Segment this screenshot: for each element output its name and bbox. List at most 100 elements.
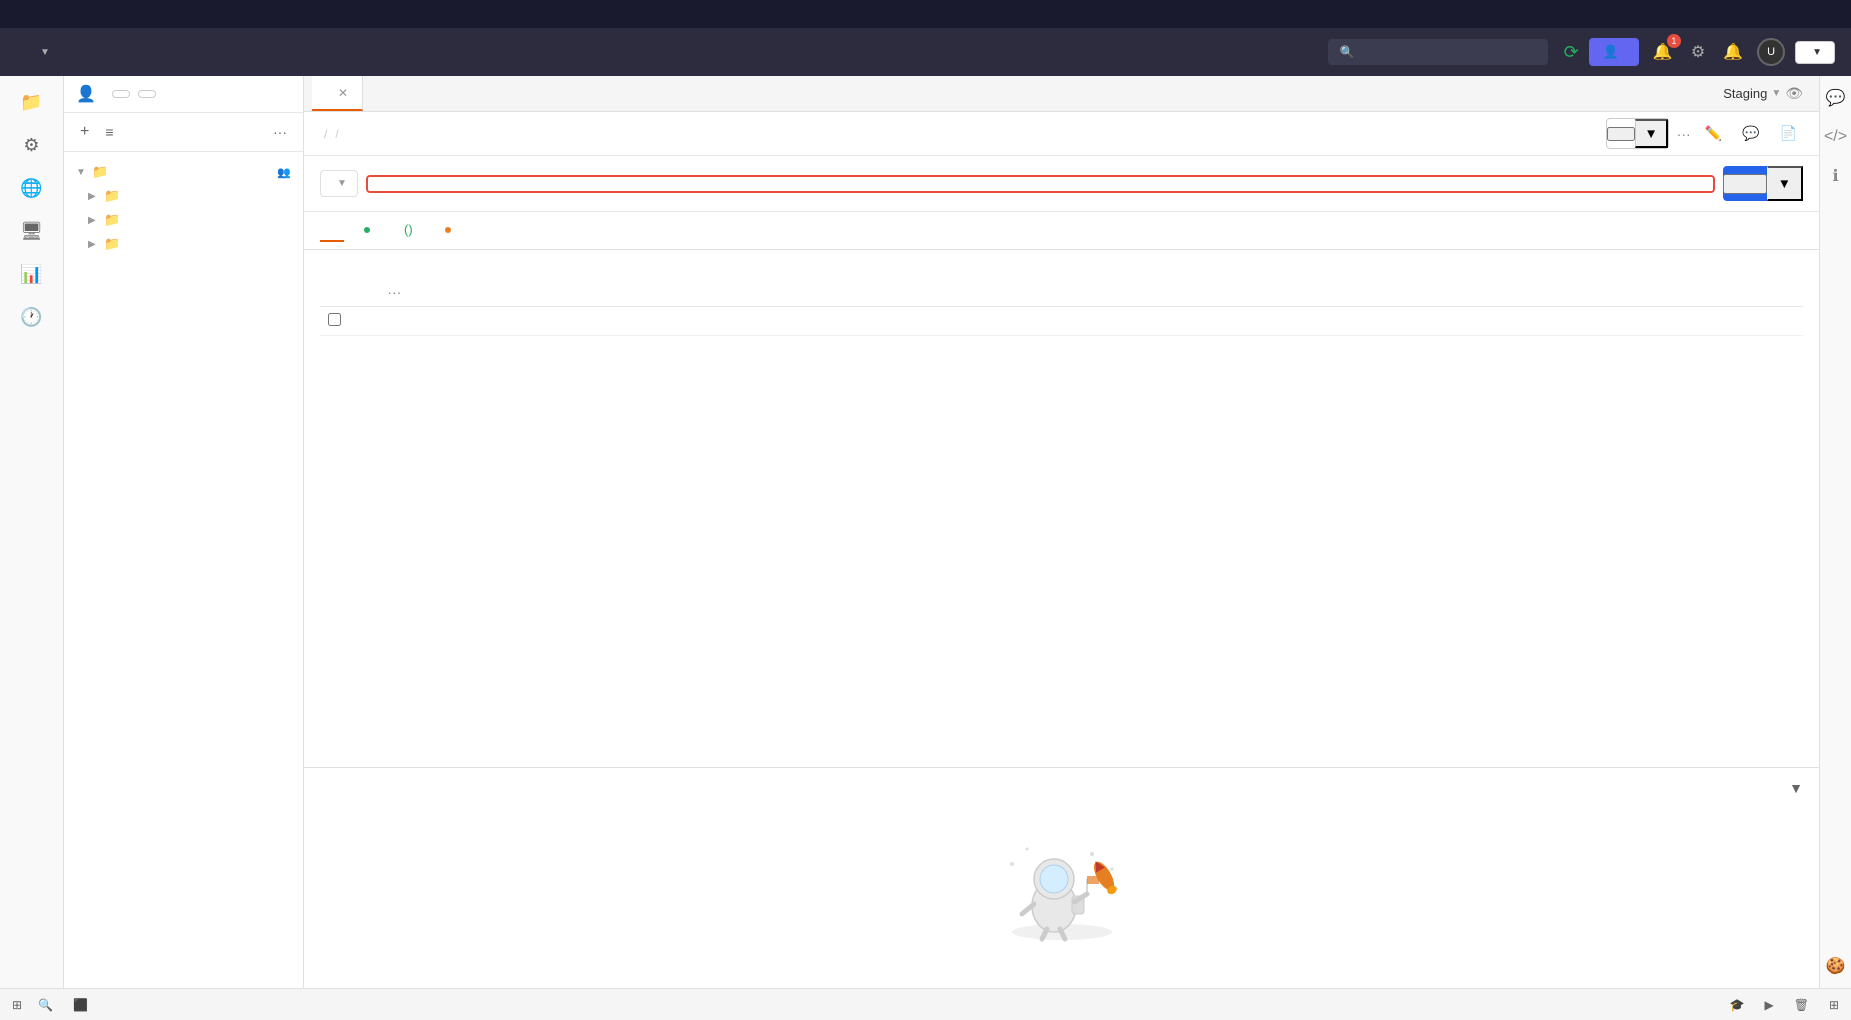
sidebar-item-apis[interactable]: ⚙ [4,127,60,166]
workspaces-chevron-icon: ▼ [40,47,50,58]
sidebar-item-mock-servers[interactable]: 🖥 [4,213,60,252]
invite-button[interactable]: 👤 [1589,38,1639,66]
tab-pre-request[interactable] [467,220,491,242]
monitors-icon: 📊 [20,264,42,285]
tree-item-authenticate[interactable]: ▶ [64,256,303,275]
console-icon: ⬛ [73,998,88,1012]
environment-chevron-icon: ▼ [1771,88,1781,99]
tree-item-logistic[interactable]: ▶ 📁 [64,184,303,208]
tab-settings[interactable] [523,220,547,242]
environment-selector[interactable]: Staging▼👁 [1723,85,1811,102]
sort-icon[interactable]: ≡ [101,122,117,142]
sidebar-item-environments[interactable]: 🌐 [4,170,60,209]
send-main-button[interactable] [1723,174,1767,194]
environment-eye-icon[interactable]: 👁 [1785,85,1803,102]
headers-count: () [404,222,413,237]
key-col-more[interactable]: ··· [387,284,401,300]
header-actions: ⟳ 👤 🔔 1 ⚙ 🔔 U ▼ [1564,38,1835,66]
import-button[interactable] [138,90,156,98]
nav-workspaces[interactable]: ▼ [36,47,50,58]
tab-close-button[interactable]: ✕ [336,86,350,100]
search-bar[interactable]: 🔍 [1328,39,1548,65]
body-status-dot [445,227,451,233]
right-sidebar: 💬 </> ℹ 🍪 [1819,76,1851,988]
authorization-status-dot [364,227,370,233]
collections-panel: 👤 + ≡ ··· ▼ 📁 👥 ▶ 📁 [64,76,304,988]
tree-item-order[interactable]: ▶ 📁 [64,208,303,232]
panel-more-icon[interactable]: ··· [269,122,291,142]
right-info-icon[interactable]: ℹ [1828,162,1842,190]
right-cookie-icon[interactable]: 🍪 [1822,952,1850,980]
settings-icon[interactable]: ⚙ [1687,38,1709,66]
method-chevron-icon: ▼ [337,178,347,189]
url-input[interactable] [366,175,1715,193]
breadcrumb-bar: / / ▼ ··· ✏️ 💬 📄 [304,112,1819,156]
bootcamp-icon: 🎓 [1730,998,1745,1012]
order-folder-icon: 📁 [104,212,120,228]
panel-header: + ≡ ··· [64,113,303,152]
add-collection-icon[interactable]: + [76,121,93,143]
save-more-icon: ··· [1677,126,1691,142]
tab-params[interactable] [320,220,344,242]
save-dropdown-button[interactable]: ▼ [1635,119,1667,148]
method-selector[interactable]: ▼ [320,170,358,197]
runner-button[interactable]: ▶ [1764,998,1777,1012]
tab-tests[interactable] [495,220,519,242]
tree-arrow-logistic: ▶ [88,191,100,202]
breadcrumb: / / [320,127,343,141]
tabs-bar: ✕ Staging▼👁 [304,76,1819,112]
team-icon: 👥 [277,166,291,179]
console-button[interactable]: ⬛ [73,998,92,1012]
workspace-header: 👤 [64,76,303,113]
tree-item-integrador[interactable]: ▼ 📁 👥 [64,160,303,184]
request-tabs: () [304,212,1819,250]
invite-icon: 👤 [1603,44,1619,60]
params-area: ··· [304,250,1819,767]
send-dropdown-button[interactable]: ▼ [1767,166,1803,201]
tree-item-product[interactable]: ▶ 📁 [64,232,303,256]
breadcrumb-sep-1: / [335,127,338,141]
response-area: ▼ [304,767,1819,988]
active-tab[interactable]: ✕ [312,76,363,111]
tab-body[interactable] [429,217,463,245]
upgrade-button[interactable]: ▼ [1795,41,1835,64]
info-icon[interactable]: 📄 [1774,121,1803,146]
row-checkbox[interactable] [328,313,341,326]
grid-icon[interactable]: ⊞ [1829,998,1839,1012]
collections-icon: 📁 [20,92,42,113]
request-line: ▼ ▼ [304,156,1819,212]
mock-servers-icon: 🖥 [20,221,43,242]
response-collapse-button[interactable]: ▼ [1789,780,1803,796]
find-replace-button[interactable]: 🔍 [38,998,57,1012]
layout-icon[interactable]: ⊞ [12,998,22,1012]
response-header: ▼ [320,780,1803,804]
avatar[interactable]: U [1757,38,1785,66]
notification-wrapper: 🔔 1 [1649,38,1677,66]
app-body: 📁 ⚙ 🌐 🖥 📊 🕐 👤 [0,76,1851,988]
bootcamp-button[interactable]: 🎓 [1730,998,1749,1012]
trash-button[interactable]: 🗑 [1794,998,1813,1012]
edit-icon[interactable]: ✏️ [1699,121,1728,146]
astronaut-illustration [992,824,1132,944]
th-description [1417,278,1787,307]
comment-icon[interactable]: 💬 [1736,121,1765,146]
sync-icon: ⟳ [1564,42,1579,63]
workspace-icon: 👤 [76,84,96,104]
search-icon: 🔍 [1340,45,1355,59]
apis-icon: ⚙ [23,135,39,156]
breadcrumb-actions: ▼ ··· ✏️ 💬 📄 [1606,118,1803,149]
right-code-icon[interactable]: </> [1820,124,1851,150]
new-button[interactable] [112,90,130,98]
right-comment-icon[interactable]: 💬 [1822,84,1850,112]
save-main-button[interactable] [1607,127,1635,141]
tab-headers[interactable]: () [386,212,425,249]
history-icon: 🕐 [20,307,42,328]
tab-authorization[interactable] [348,217,382,245]
table-row-empty [320,307,1803,336]
sidebar-item-collections[interactable]: 📁 [4,84,60,123]
sidebar-item-history[interactable]: 🕐 [4,299,60,338]
bell-icon[interactable]: 🔔 [1719,38,1747,66]
sidebar-icons: 📁 ⚙ 🌐 🖥 📊 🕐 [0,76,64,988]
params-table: ··· [320,278,1803,336]
sidebar-item-monitors[interactable]: 📊 [4,256,60,295]
